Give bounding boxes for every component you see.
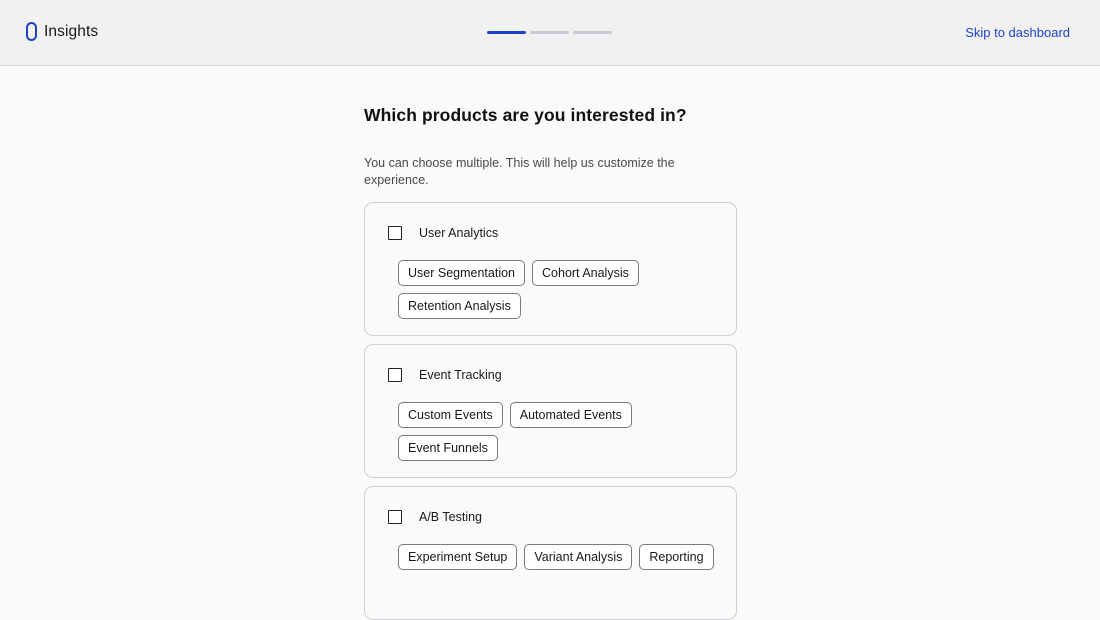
progress-step-2 bbox=[530, 31, 569, 34]
skip-to-dashboard-link[interactable]: Skip to dashboard bbox=[965, 25, 1070, 40]
feature-tag[interactable]: Event Funnels bbox=[398, 435, 498, 461]
page-title: Which products are you interested in? bbox=[364, 105, 687, 125]
product-option-event-tracking[interactable]: Event Tracking bbox=[388, 368, 502, 382]
product-name: Event Tracking bbox=[419, 368, 502, 382]
feature-tag[interactable]: Automated Events bbox=[509, 402, 632, 428]
product-name: A/B Testing bbox=[419, 510, 483, 524]
onboarding-progress bbox=[487, 31, 612, 34]
product-card-event-tracking[interactable]: Event Tracking Custom Events Automated E… bbox=[364, 344, 737, 478]
logo[interactable]: Insights bbox=[26, 22, 98, 41]
logo-icon bbox=[26, 22, 37, 41]
feature-tag[interactable]: Retention Analysis bbox=[398, 293, 521, 319]
page-subtitle: You can choose multiple. This will help … bbox=[364, 156, 675, 187]
progress-step-1 bbox=[487, 31, 526, 34]
checkbox-ab-testing[interactable] bbox=[388, 510, 402, 524]
feature-tags: User Segmentation Cohort Analysis Retent… bbox=[398, 260, 728, 319]
progress-step-3 bbox=[573, 31, 612, 34]
feature-tag[interactable]: User Segmentation bbox=[398, 260, 526, 286]
top-header: Insights Skip to dashboard bbox=[0, 0, 1100, 66]
feature-tag[interactable]: Cohort Analysis bbox=[532, 260, 639, 286]
product-card-ab-testing[interactable]: A/B Testing Experiment Setup Variant Ana… bbox=[364, 486, 737, 620]
checkbox-user-analytics[interactable] bbox=[388, 226, 402, 240]
product-option-user-analytics[interactable]: User Analytics bbox=[388, 226, 498, 240]
feature-tag[interactable]: Experiment Setup bbox=[398, 544, 518, 570]
checkbox-event-tracking[interactable] bbox=[388, 368, 402, 382]
logo-text: Insights bbox=[44, 22, 99, 40]
feature-tag[interactable]: Reporting bbox=[639, 544, 714, 570]
feature-tags: Custom Events Automated Events Event Fun… bbox=[398, 402, 728, 461]
feature-tag[interactable]: Custom Events bbox=[398, 402, 503, 428]
main-content: Which products are you interested in? Yo… bbox=[364, 105, 737, 620]
feature-tag[interactable]: Variant Analysis bbox=[524, 544, 633, 570]
product-option-ab-testing[interactable]: A/B Testing bbox=[388, 510, 482, 524]
product-card-user-analytics[interactable]: User Analytics User Segmentation Cohort … bbox=[364, 202, 737, 336]
product-name: User Analytics bbox=[419, 226, 499, 240]
feature-tags: Experiment Setup Variant Analysis Report… bbox=[398, 544, 728, 570]
